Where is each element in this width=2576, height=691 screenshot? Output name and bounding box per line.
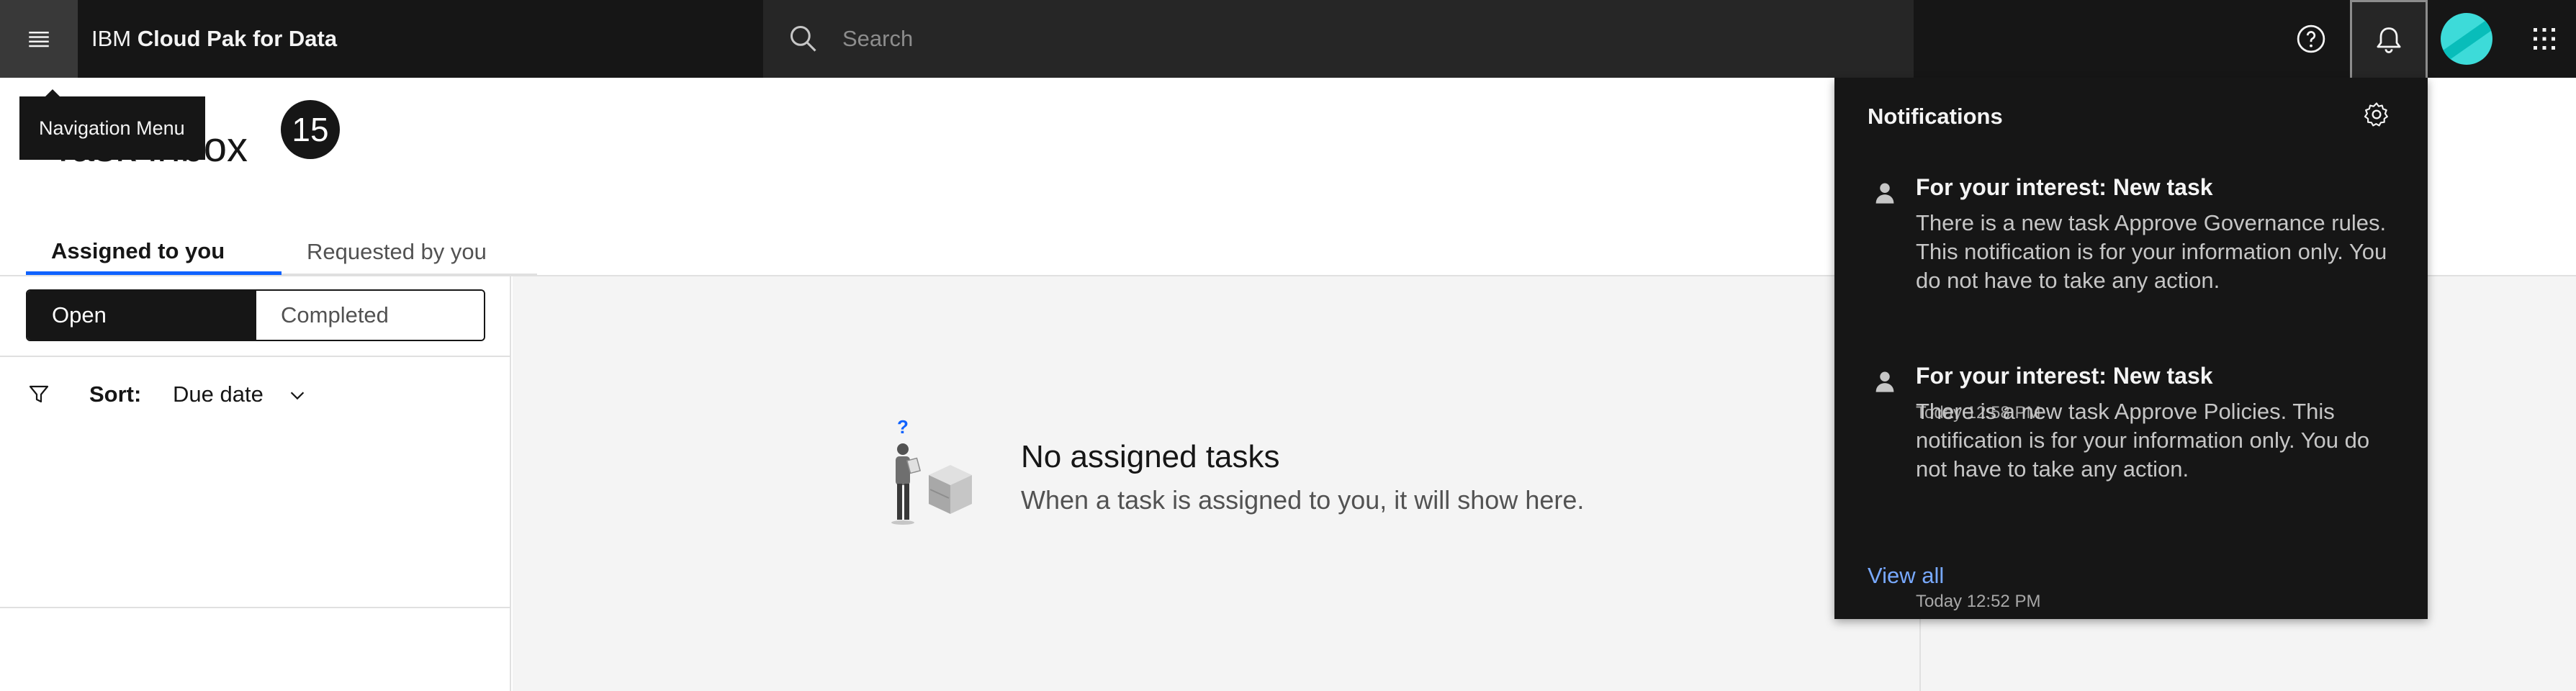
navigation-menu-tooltip: Navigation Menu	[19, 89, 205, 160]
filter-icon[interactable]	[27, 383, 50, 406]
person-icon	[1875, 183, 1894, 204]
divider	[0, 356, 511, 357]
empty-state-illustration: ?	[891, 417, 972, 525]
tab-assigned-to-you[interactable]: Assigned to you	[26, 230, 282, 275]
notification-bell-icon	[2377, 27, 2401, 53]
empty-state-title: No assigned tasks	[1021, 439, 1280, 474]
switch-completed[interactable]: Completed	[256, 291, 484, 340]
divider	[0, 607, 511, 608]
top-header: IBM Cloud Pak for Data	[0, 0, 2576, 78]
text-fade	[2266, 266, 2410, 295]
user-avatar-button[interactable]	[2428, 0, 2505, 78]
notification-title: For your interest: New task	[1916, 363, 2213, 389]
notification-time: Today 12:52 PM	[1916, 592, 2041, 611]
task-count-badge: 15	[281, 100, 340, 159]
chevron-down-icon[interactable]	[287, 384, 308, 406]
search-input[interactable]	[842, 0, 1850, 78]
notification-item[interactable]: For your interest: New task There is a n…	[1834, 174, 2428, 423]
notification-item[interactable]: For your interest: New task There is a n…	[1834, 363, 2428, 611]
notification-body: There is a new task Approve Policies. Th…	[1916, 399, 2370, 482]
brand-prefix: IBM	[91, 26, 132, 51]
brand-name: Cloud Pak for Data	[137, 26, 338, 51]
person-icon	[1875, 371, 1894, 392]
view-all-link[interactable]: View all	[1868, 563, 1944, 589]
notification-title: For your interest: New task	[1916, 174, 2213, 200]
app-switcher-icon	[2534, 28, 2555, 50]
notifications-button[interactable]	[2350, 0, 2428, 78]
avatar	[2441, 13, 2492, 65]
notifications-panel: Notifications For your interest: New tas…	[1834, 78, 2428, 619]
sort-label: Sort:	[89, 381, 142, 407]
settings-gear-icon[interactable]	[2363, 101, 2390, 128]
tab-requested-by-you[interactable]: Requested by you	[282, 230, 537, 275]
notifications-title: Notifications	[1868, 104, 2003, 129]
search-bar[interactable]	[763, 0, 1914, 78]
navigation-menu-button[interactable]	[0, 0, 78, 78]
svg-text:?: ?	[897, 417, 909, 438]
empty-state-subtitle: When a task is assigned to you, it will …	[1021, 485, 1585, 515]
menu-icon	[29, 32, 49, 48]
search-icon	[790, 25, 816, 52]
switch-open[interactable]: Open	[27, 291, 256, 340]
help-icon	[2297, 24, 2325, 53]
app-name[interactable]: IBM Cloud Pak for Data	[91, 0, 337, 78]
status-content-switcher: Open Completed	[26, 289, 485, 341]
help-button[interactable]	[2272, 0, 2350, 78]
app-switcher-button[interactable]	[2505, 0, 2576, 78]
sort-dropdown[interactable]: Due date	[173, 381, 264, 407]
